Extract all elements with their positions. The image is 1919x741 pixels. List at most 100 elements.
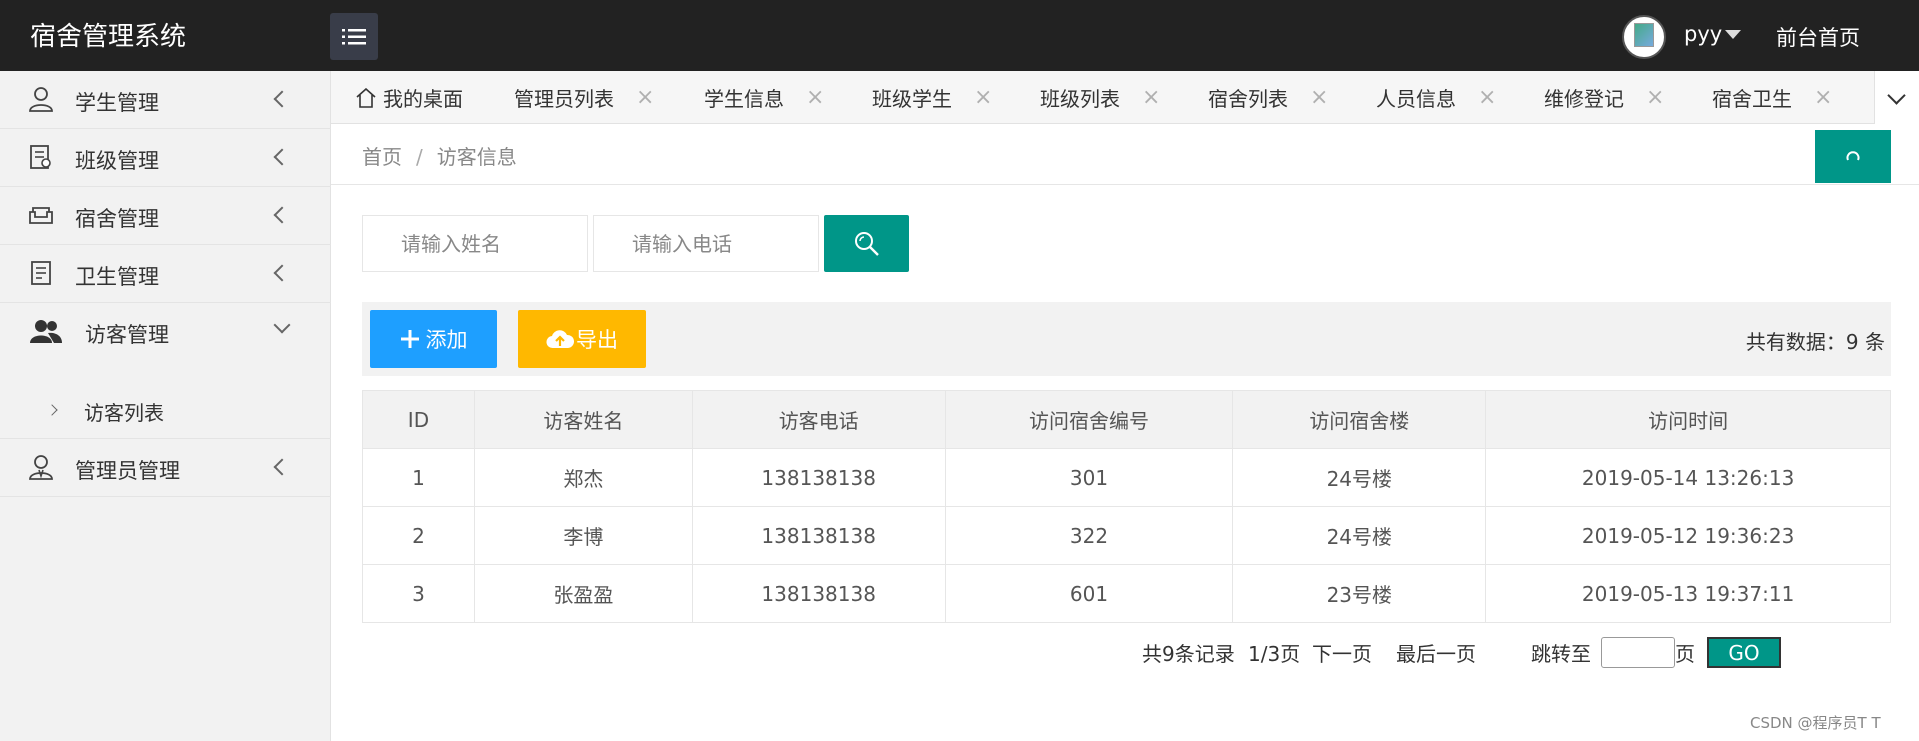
visitor-table: ID 访客姓名 访客电话 访问宿舍编号 访问宿舍楼 访问时间 1 郑杰 1381… <box>362 390 1891 623</box>
tab-label: 班级列表 <box>1040 87 1120 111</box>
sidebar: 学生管理 班级管理 宿舍管理 卫生管理 访客管理 访客列表 管理员管理 <box>0 71 331 741</box>
sidebar-item-label: 宿舍管理 <box>75 207 159 231</box>
table-cell: 1 <box>362 448 475 507</box>
refresh-button[interactable] <box>1815 130 1891 183</box>
chevron-right-icon <box>46 404 58 416</box>
table-cell: 138138138 <box>691 564 946 623</box>
watermark: CSDN @程序员T T <box>1750 714 1881 732</box>
tab-class-students[interactable]: 班级学生 × <box>872 71 992 124</box>
tab-bar: 我的桌面 管理员列表 × 学生信息 × 班级学生 × 班级列表 × 宿舍列表 ×… <box>331 71 1919 124</box>
table-cell: 138138138 <box>691 506 946 565</box>
chevron-down-icon <box>273 316 291 334</box>
close-icon[interactable]: × <box>636 85 654 110</box>
menu-toggle-button[interactable] <box>330 13 378 60</box>
table-cell: 24号楼 <box>1232 448 1487 507</box>
table-cell: 24号楼 <box>1232 506 1487 565</box>
refresh-icon <box>1846 150 1860 160</box>
pagination-next-link[interactable]: 下一页 <box>1312 638 1372 667</box>
users-icon <box>30 320 62 343</box>
tab-class-list[interactable]: 班级列表 × <box>1040 71 1160 124</box>
table-header-row: ID 访客姓名 访客电话 访问宿舍编号 访问宿舍楼 访问时间 <box>362 390 1891 449</box>
sidebar-item-admins[interactable]: 管理员管理 <box>0 439 331 497</box>
tab-label: 宿舍卫生 <box>1712 87 1792 111</box>
table-cell: 601 <box>944 564 1234 623</box>
pagination-page: 1/3页 <box>1248 642 1301 666</box>
column-header: 访问时间 <box>1485 390 1891 449</box>
sidebar-item-dorms[interactable]: 宿舍管理 <box>0 187 331 245</box>
table-cell: 2 <box>362 506 475 565</box>
close-icon[interactable]: × <box>1814 85 1832 110</box>
breadcrumb: 首页 / 访客信息 <box>331 124 1919 185</box>
pagination-records: 共9条记录 <box>1142 642 1235 666</box>
page-jump-input[interactable] <box>1601 637 1675 668</box>
home-icon <box>356 87 376 108</box>
close-icon[interactable]: × <box>806 85 824 110</box>
table-cell: 3 <box>362 564 475 623</box>
table-cell: 23号楼 <box>1232 564 1487 623</box>
tab-student-info[interactable]: 学生信息 × <box>704 71 824 124</box>
tab-desktop[interactable]: 我的桌面 <box>355 71 463 124</box>
add-button[interactable]: 添加 <box>370 310 497 368</box>
breadcrumb-home[interactable]: 首页 <box>362 145 402 169</box>
chevron-left-icon <box>273 148 291 166</box>
tab-person-info[interactable]: 人员信息 × <box>1376 71 1496 124</box>
username[interactable]: pyy <box>1684 22 1722 46</box>
tab-dorm-list[interactable]: 宿舍列表 × <box>1208 71 1328 124</box>
sidebar-item-classes[interactable]: 班级管理 <box>0 129 331 187</box>
close-icon[interactable]: × <box>974 85 992 110</box>
toolbar: 添加 导出 共有数据：9 条 <box>362 302 1891 376</box>
tab-label: 宿舍列表 <box>1208 87 1288 111</box>
sidebar-item-label: 访客管理 <box>85 323 169 347</box>
column-header: 访客电话 <box>691 390 946 449</box>
sidebar-item-students[interactable]: 学生管理 <box>0 71 331 129</box>
sidebar-subitem-visitor-list[interactable]: 访客列表 <box>0 379 331 439</box>
table-cell: 322 <box>944 506 1234 565</box>
caret-down-icon[interactable] <box>1725 30 1741 39</box>
export-button[interactable]: 导出 <box>518 310 646 368</box>
top-header: 宿舍管理系统 pyy 前台首页 <box>0 0 1919 71</box>
sidebar-item-label: 管理员管理 <box>75 459 180 483</box>
table-row[interactable]: 1 郑杰 138138138 301 24号楼 2019-05-14 13:26… <box>362 448 1891 507</box>
record-count: 共有数据：9 条 <box>1745 330 1885 354</box>
table-row[interactable]: 3 张盈盈 138138138 601 23号楼 2019-05-13 19:3… <box>362 564 1891 623</box>
table-row[interactable]: 2 李博 138138138 322 24号楼 2019-05-12 19:36… <box>362 506 1891 565</box>
tab-admin-list[interactable]: 管理员列表 × <box>514 71 654 124</box>
user-icon <box>29 87 53 112</box>
close-icon[interactable]: × <box>1142 85 1160 110</box>
tab-repair-register[interactable]: 维修登记 × <box>1544 71 1664 124</box>
pagination-last-link[interactable]: 最后一页 <box>1396 638 1476 667</box>
table-cell: 李博 <box>473 506 693 565</box>
pagination-page-unit: 页 <box>1675 642 1695 666</box>
table-cell: 2019-05-13 19:37:11 <box>1485 564 1891 623</box>
sidebar-item-label: 学生管理 <box>75 91 159 115</box>
front-home-link[interactable]: 前台首页 <box>1776 22 1860 52</box>
tab-label: 人员信息 <box>1376 87 1456 111</box>
close-icon[interactable]: × <box>1646 85 1664 110</box>
sidebar-subitem-label: 访客列表 <box>84 401 164 425</box>
tab-label: 学生信息 <box>704 87 784 111</box>
cloud-upload-icon <box>546 330 574 349</box>
sidebar-item-label: 班级管理 <box>75 149 159 173</box>
tab-label: 维修登记 <box>1544 87 1624 111</box>
table-cell: 2019-05-14 13:26:13 <box>1485 448 1891 507</box>
tab-dorm-hygiene[interactable]: 宿舍卫生 × <box>1712 71 1832 124</box>
tab-more-button[interactable] <box>1874 71 1919 124</box>
column-header: 访客姓名 <box>473 390 693 449</box>
sidebar-item-hygiene[interactable]: 卫生管理 <box>0 245 331 303</box>
close-icon[interactable]: × <box>1310 85 1328 110</box>
sidebar-item-visitors[interactable]: 访客管理 <box>0 303 331 361</box>
export-button-label: 导出 <box>576 328 618 352</box>
table-cell: 郑杰 <box>473 448 693 507</box>
tab-label: 班级学生 <box>872 87 952 111</box>
name-search-input[interactable] <box>362 215 588 272</box>
table-cell: 2019-05-12 19:36:23 <box>1485 506 1891 565</box>
sidebar-item-label: 卫生管理 <box>75 265 159 289</box>
close-icon[interactable]: × <box>1478 85 1496 110</box>
go-button[interactable]: GO <box>1707 637 1781 668</box>
column-header: ID <box>362 390 475 449</box>
phone-search-input[interactable] <box>593 215 819 272</box>
avatar[interactable] <box>1622 15 1666 59</box>
search-button[interactable] <box>824 215 909 272</box>
table-cell: 138138138 <box>691 448 946 507</box>
add-button-label: 添加 <box>425 328 468 352</box>
